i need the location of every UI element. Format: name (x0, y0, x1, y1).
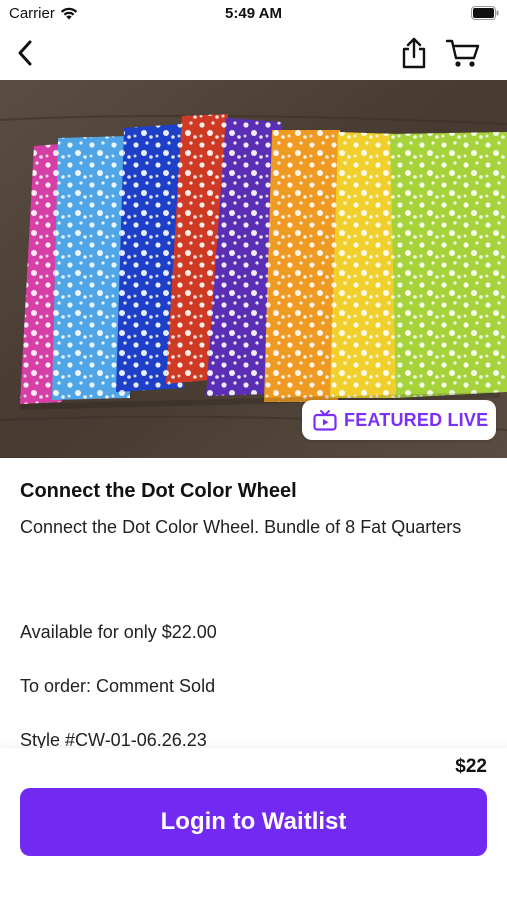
order-instructions-text: To order: Comment Sold (20, 676, 216, 696)
status-bar: Carrier 5:49 AM (0, 0, 507, 28)
availability-text: Available for only $22.00 (20, 622, 217, 642)
cart-button[interactable] (444, 36, 482, 70)
battery-icon (471, 6, 499, 25)
product-title: Connect the Dot Color Wheel (20, 480, 297, 502)
product-details: Connect the Dot Color Wheel Connect the … (0, 458, 507, 750)
cart-icon (445, 39, 480, 67)
chevron-left-icon (18, 40, 32, 66)
navigation-bar (0, 28, 507, 78)
status-time: 5:49 AM (225, 5, 282, 22)
featured-badge-label: FEATURED LIVE (344, 409, 489, 430)
style-number-text: Style #CW-01-06.26.23 (20, 730, 207, 750)
share-icon (402, 37, 426, 69)
product-description: Connect the Dot Color Wheel. Bundle of 8… (20, 517, 462, 537)
featured-live-badge[interactable]: FEATURED LIVE (302, 400, 496, 440)
tv-icon (313, 410, 337, 431)
price-label: $22 (455, 756, 487, 777)
login-to-waitlist-button[interactable]: Login to Waitlist (20, 788, 487, 856)
back-button[interactable] (12, 38, 38, 68)
share-button[interactable] (398, 36, 430, 70)
purchase-bar: $22 Login to Waitlist (0, 748, 507, 900)
